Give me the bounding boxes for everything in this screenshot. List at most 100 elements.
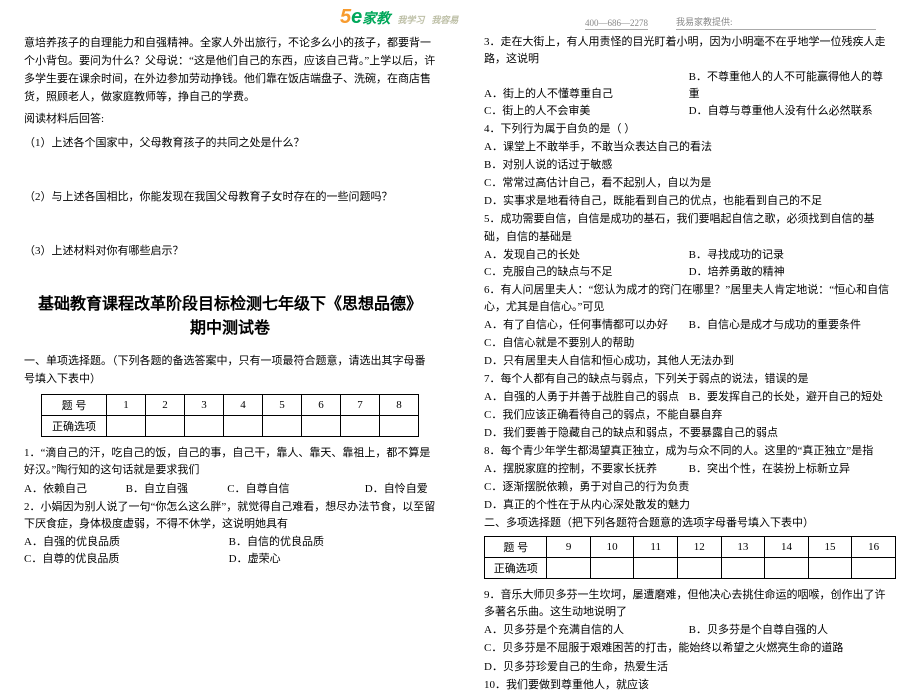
mcq8-a: A．摆脱家庭的控制，不要家长抚养 bbox=[484, 461, 686, 478]
mcq6-c: C．自信心就是不要别人的帮助 bbox=[484, 335, 896, 352]
t2-row-label: 正确选项 bbox=[485, 558, 547, 579]
mcq3-c: C．街上的人不会审美 bbox=[484, 103, 686, 120]
mcq9-d: D．贝多芬珍爱自己的生命，热爱生活 bbox=[484, 659, 896, 676]
mcq4-b: B．对别人说的话过于敏感 bbox=[484, 157, 896, 174]
question-1: （1）上述各个国家中，父母教育孩子的共同之处是什么？ bbox=[24, 134, 436, 152]
mcq3-d: D．自尊与尊重他人没有什么必然联系 bbox=[689, 103, 891, 120]
mcq6-b: B．自信心是成才与成功的重要条件 bbox=[689, 317, 891, 334]
mcq7-b: B．要发挥自己的长处，避开自己的短处 bbox=[689, 389, 891, 406]
t1-col-7: 7 bbox=[341, 395, 380, 416]
question-3: （3）上述材料对你有哪些启示？ bbox=[24, 242, 436, 260]
mcq9-stem: 9．音乐大师贝多芬一生坎坷，屡遭磨难，但他决心去挑住命运的咽喉，创作出了许多著名… bbox=[484, 587, 896, 621]
mcq1-d: D．自怜自爱 bbox=[329, 481, 428, 498]
t1-header-label: 题 号 bbox=[42, 395, 107, 416]
mcq3-stem: 3．走在大街上，有人用责怪的目光盯着小明，因为小明毫不在乎地学一位残疾人走路，这… bbox=[484, 34, 896, 68]
t1-ans-2 bbox=[146, 416, 185, 437]
t2-ans-14 bbox=[765, 558, 809, 579]
mcq8-c: C．逐渐摆脱依赖，勇于对自己的行为负责 bbox=[484, 479, 896, 496]
mcq10-stem: 10．我们要做到尊重他人，就应该 bbox=[484, 677, 896, 694]
answer-table-2: 题 号 9 10 11 12 13 14 15 16 正确选项 bbox=[484, 536, 896, 579]
mcq6-a: A．有了自信心，任何事情都可以办好 bbox=[484, 317, 686, 334]
mcq2-options: A．自强的优良品质 B．自信的优良品质 C．自尊的优良品质 D．虚荣心 bbox=[24, 534, 436, 568]
mcq1-b: B．自立自强 bbox=[126, 481, 225, 498]
mcq1-a: A．依赖自己 bbox=[24, 481, 123, 498]
mcq6-stem: 6．有人问居里夫人：“您认为成才的窍门在哪里？”居里夫人肯定地说：“恒心和自信心… bbox=[484, 282, 896, 316]
section-2-heading: 二、多项选择题（把下列各题符合题意的选项字母番号填入下表中） bbox=[484, 515, 896, 532]
mcq2-c: C．自尊的优良品质 bbox=[24, 551, 226, 568]
t2-col-9: 9 bbox=[547, 537, 590, 558]
t2-col-10: 10 bbox=[590, 537, 634, 558]
mcq1-c: C．自尊自信 bbox=[227, 481, 326, 498]
t1-row-label: 正确选项 bbox=[42, 416, 107, 437]
mcq7-a: A．自强的人勇于并善于战胜自己的弱点 bbox=[484, 389, 686, 406]
mcq5-d: D．培养勇敢的精神 bbox=[689, 264, 891, 281]
mcq6-d: D．只有居里夫人自信和恒心成功，其他人无法办到 bbox=[484, 353, 896, 370]
t2-col-14: 14 bbox=[765, 537, 809, 558]
t1-ans-1 bbox=[107, 416, 146, 437]
logo-text: 家教 bbox=[362, 10, 390, 26]
slogan-2: 我容易 bbox=[431, 15, 458, 25]
provider-label: 我易家教提供: bbox=[676, 15, 876, 30]
mcq2-a: A．自强的优良品质 bbox=[24, 534, 226, 551]
right-column: 3．走在大街上，有人用责怪的目光盯着小明，因为小明毫不在乎地学一位残疾人走路，这… bbox=[460, 0, 920, 637]
mcq4-stem: 4．下列行为属于自负的是（ ） bbox=[484, 121, 896, 138]
t2-ans-9 bbox=[547, 558, 590, 579]
t2-col-16: 16 bbox=[852, 537, 896, 558]
mcq8-stem: 8．每个青少年学生都渴望真正独立，成为与众不同的人。这里的“真正独立”是指 bbox=[484, 443, 896, 460]
mcq1-options: A．依赖自己 B．自立自强 C．自尊自信 D．自怜自爱 bbox=[24, 481, 436, 498]
t2-ans-15 bbox=[808, 558, 852, 579]
t1-ans-5 bbox=[263, 416, 302, 437]
mcq2-b: B．自信的优良品质 bbox=[229, 534, 431, 551]
question-2: （2）与上述各国相比，你能发现在我国父母教育子女时存在的一些问题吗？ bbox=[24, 188, 436, 206]
t2-ans-12 bbox=[677, 558, 721, 579]
mcq8-b: B．突出个性，在装扮上标新立异 bbox=[689, 461, 891, 478]
logo: 5e家教 我学习 我容易 bbox=[340, 6, 458, 29]
mcq1-stem: 1．“滴自己的汗，吃自己的饭，自己的事，自己干，靠人、靠天、靠祖上，都不算是好汉… bbox=[24, 445, 436, 479]
mcq4-d: D．实事求是地看待自己，既能看到自己的优点，也能看到自己的不足 bbox=[484, 193, 896, 210]
t1-ans-8 bbox=[380, 416, 419, 437]
t2-col-11: 11 bbox=[634, 537, 678, 558]
mcq4-a: A．课堂上不敢举手，不敢当众表达自己的看法 bbox=[484, 139, 896, 156]
mcq8-d: D．真正的个性在于从内心深处散发的魅力 bbox=[484, 497, 896, 514]
t2-header-label: 题 号 bbox=[485, 537, 547, 558]
t1-col-5: 5 bbox=[263, 395, 302, 416]
t2-col-12: 12 bbox=[677, 537, 721, 558]
t1-ans-4 bbox=[224, 416, 263, 437]
t2-col-15: 15 bbox=[808, 537, 852, 558]
mcq5-a: A．发现自己的长处 bbox=[484, 247, 686, 264]
mcq5-c: C．克服自己的缺点与不足 bbox=[484, 264, 686, 281]
mcq2-stem: 2．小娟因为别人说了一句“你怎么这么胖”，就觉得自己难看，想尽办法节食，以至留下… bbox=[24, 499, 436, 533]
t2-ans-16 bbox=[852, 558, 896, 579]
t1-col-8: 8 bbox=[380, 395, 419, 416]
section-1-heading: 一、单项选择题。（下列各题的备选答案中，只有一项最符合题意，请选出其字母番号填入… bbox=[24, 352, 436, 388]
t2-ans-13 bbox=[721, 558, 765, 579]
mcq7-d: D．我们要善于隐藏自己的缺点和弱点，不要暴露自己的弱点 bbox=[484, 425, 896, 442]
mcq5-stem: 5．成功需要自信，自信是成功的基石，我们要唱起自信之歌，必须找到自信的基础，自信… bbox=[484, 211, 896, 245]
t1-col-6: 6 bbox=[302, 395, 341, 416]
t1-col-2: 2 bbox=[146, 395, 185, 416]
t1-col-1: 1 bbox=[107, 395, 146, 416]
reading-prompt: 阅读材料后回答: bbox=[24, 110, 436, 128]
t2-ans-11 bbox=[634, 558, 678, 579]
mcq7-options: A．自强的人勇于并善于战胜自己的弱点 B．要发挥自己的长处，避开自己的短处 bbox=[484, 389, 896, 406]
mcq3-options: A．街上的人不懂尊重自己 B．不尊重他人的人不可能赢得他人的尊重 C．街上的人不… bbox=[484, 69, 896, 120]
t1-ans-7 bbox=[341, 416, 380, 437]
mcq3-b: B．不尊重他人的人不可能赢得他人的尊重 bbox=[689, 69, 891, 103]
mcq7-stem: 7．每个人都有自己的缺点与弱点，下列关于弱点的说法，错误的是 bbox=[484, 371, 896, 388]
t1-col-3: 3 bbox=[185, 395, 224, 416]
t1-ans-6 bbox=[302, 416, 341, 437]
mcq7-c: C．我们应该正确看待自己的弱点，不能自暴自弃 bbox=[484, 407, 896, 424]
logo-e: e bbox=[351, 6, 362, 28]
mcq6-options: A．有了自信心，任何事情都可以办好 B．自信心是成才与成功的重要条件 bbox=[484, 317, 896, 334]
mcq8-options: A．摆脱家庭的控制，不要家长抚养 B．突出个性，在装扮上标新立异 bbox=[484, 461, 896, 478]
mcq3-a: A．街上的人不懂尊重自己 bbox=[484, 86, 686, 103]
left-column: 意培养孩子的自理能力和自强精神。全家人外出旅行，不论多么小的孩子，都要背一个小背… bbox=[0, 0, 460, 637]
t2-ans-10 bbox=[590, 558, 634, 579]
mcq9-c: C．贝多芬是不屈服于艰难困苦的打击，能始终以希望之火燃亮生命的道路 bbox=[484, 640, 896, 657]
slogan-1: 我学习 bbox=[397, 15, 424, 25]
t1-col-4: 4 bbox=[224, 395, 263, 416]
main-title-line1: 基础教育课程改革阶段目标检测七年级下《思想品德》 bbox=[24, 290, 436, 314]
mcq2-d: D．虚荣心 bbox=[229, 551, 431, 568]
intro-paragraph: 意培养孩子的自理能力和自强精神。全家人外出旅行，不论多么小的孩子，都要背一个小背… bbox=[24, 34, 436, 107]
t2-col-13: 13 bbox=[721, 537, 765, 558]
